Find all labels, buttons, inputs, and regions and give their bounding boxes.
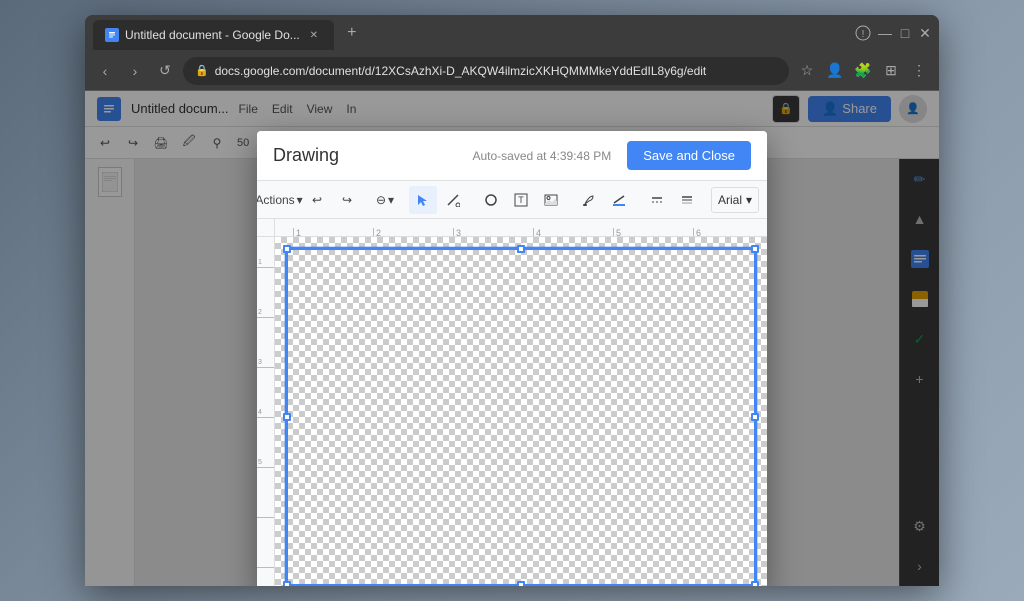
bookmark-button[interactable]: ☆ (795, 59, 819, 83)
ruler-mark-1: 1 (293, 228, 373, 236)
forward-button[interactable]: › (123, 59, 147, 83)
image-icon (544, 193, 558, 207)
ruler-top: 1 2 3 4 5 6 7 (275, 219, 767, 237)
minimize-button[interactable]: — (879, 27, 891, 39)
handle-mid-right[interactable] (751, 413, 759, 421)
image-tool-button[interactable] (537, 186, 565, 214)
font-name: Arial (718, 193, 742, 207)
handle-top-right[interactable] (751, 245, 759, 253)
handle-top-center[interactable] (517, 245, 525, 253)
zoom-button[interactable]: ⊖ ▾ (371, 186, 399, 214)
security-icon: ! (855, 25, 871, 41)
paint-icon (582, 193, 596, 207)
svg-text:T: T (518, 195, 524, 205)
browser-titlebar: Untitled document - Google Do... ✕ + ! —… (85, 15, 939, 51)
browser-addressbar: ‹ › ↺ 🔒 docs.google.com/document/d/12XCs… (85, 51, 939, 91)
ruler-corner (257, 219, 275, 237)
ruler-left: 1 2 3 4 5 (257, 237, 275, 586)
handle-mid-left[interactable] (283, 413, 291, 421)
actions-label: Actions (257, 193, 295, 207)
lock-icon: 🔒 (195, 64, 209, 77)
new-tab-button[interactable]: + (338, 19, 366, 47)
drawing-dialog: Drawing Auto-saved at 4:39:48 PM Save an… (257, 131, 767, 586)
extension-button[interactable]: 🧩 (851, 59, 875, 83)
address-text: docs.google.com/document/d/12XCsAzhXi-D_… (215, 64, 707, 78)
svg-text:!: ! (862, 29, 865, 40)
maximize-button[interactable]: □ (899, 27, 911, 39)
ruler-marks: 1 2 3 4 5 6 7 (293, 228, 767, 236)
font-arrow: ▾ (746, 193, 752, 207)
textbox-tool-button[interactable]: T (507, 186, 535, 214)
menu-button[interactable]: ⋮ (907, 59, 931, 83)
drawing-canvas[interactable] (275, 237, 767, 586)
drawing-canvas-area: 1 2 3 4 5 6 7 (257, 219, 767, 586)
line-color-button[interactable] (605, 186, 633, 214)
drawing-redo-button[interactable]: ↪ (333, 186, 361, 214)
actions-arrow: ▾ (297, 193, 303, 207)
canvas-rectangle[interactable] (285, 247, 757, 586)
shape-icon (484, 193, 498, 207)
line-style-icon (650, 193, 664, 207)
line-tool-button[interactable] (439, 186, 467, 214)
shape-tool-button[interactable] (477, 186, 505, 214)
browser-actions: ☆ 👤 🧩 ⊞ ⋮ (795, 59, 931, 83)
drawing-undo-button[interactable]: ↩ (303, 186, 331, 214)
ruler-mark-6: 6 (693, 228, 767, 236)
refresh-button[interactable]: ↺ (153, 59, 177, 83)
back-button[interactable]: ‹ (93, 59, 117, 83)
tab-icon (105, 28, 119, 42)
handle-bottom-left[interactable] (283, 581, 291, 586)
close-button[interactable]: ✕ (919, 27, 931, 39)
actions-menu-button[interactable]: Actions ▾ (265, 186, 293, 214)
font-selector[interactable]: Arial ▾ (711, 187, 759, 213)
select-tool-button[interactable] (409, 186, 437, 214)
tab-close-button[interactable]: ✕ (306, 27, 322, 43)
line-color-icon (612, 193, 626, 207)
line-icon (446, 193, 460, 207)
browser-window: Untitled document - Google Do... ✕ + ! —… (85, 15, 939, 586)
ruler-mark-2: 2 (373, 228, 453, 236)
ruler-mark-4: 4 (533, 228, 613, 236)
ruler-mark-3: 3 (453, 228, 533, 236)
window-controls: ! — □ ✕ (855, 25, 931, 41)
drawing-header: Drawing Auto-saved at 4:39:48 PM Save an… (257, 131, 767, 181)
line-style-button[interactable] (643, 186, 671, 214)
ruler-mark-5: 5 (613, 228, 693, 236)
drawing-overlay: Drawing Auto-saved at 4:39:48 PM Save an… (85, 91, 939, 586)
tab-title: Untitled document - Google Do... (125, 28, 300, 42)
border-style-icon (680, 193, 694, 207)
desktop: Untitled document - Google Do... ✕ + ! —… (0, 0, 1024, 601)
address-bar[interactable]: 🔒 docs.google.com/document/d/12XCsAzhXi-… (183, 57, 789, 85)
autosave-text: Auto-saved at 4:39:48 PM (472, 149, 611, 163)
handle-top-left[interactable] (283, 245, 291, 253)
extensions-button[interactable]: ⊞ (879, 59, 903, 83)
zoom-arrow: ▾ (388, 193, 394, 207)
paint-tool-button[interactable] (575, 186, 603, 214)
save-close-button[interactable]: Save and Close (627, 141, 751, 170)
border-style-button[interactable] (673, 186, 701, 214)
textbox-icon: T (514, 193, 528, 207)
drawing-body: 1 2 3 4 5 (257, 237, 767, 586)
zoom-icon: ⊖ (376, 193, 386, 207)
handle-bottom-right[interactable] (751, 581, 759, 586)
drawing-title: Drawing (273, 145, 472, 166)
browser-content: Untitled docum... File Edit View In 🔒 👤 … (85, 91, 939, 586)
drawing-toolbar: Actions ▾ ↩ ↪ ⊖ ▾ (257, 181, 767, 219)
select-icon (416, 193, 430, 207)
browser-tab[interactable]: Untitled document - Google Do... ✕ (93, 20, 334, 50)
profile-button[interactable]: 👤 (823, 59, 847, 83)
handle-bottom-center[interactable] (517, 581, 525, 586)
